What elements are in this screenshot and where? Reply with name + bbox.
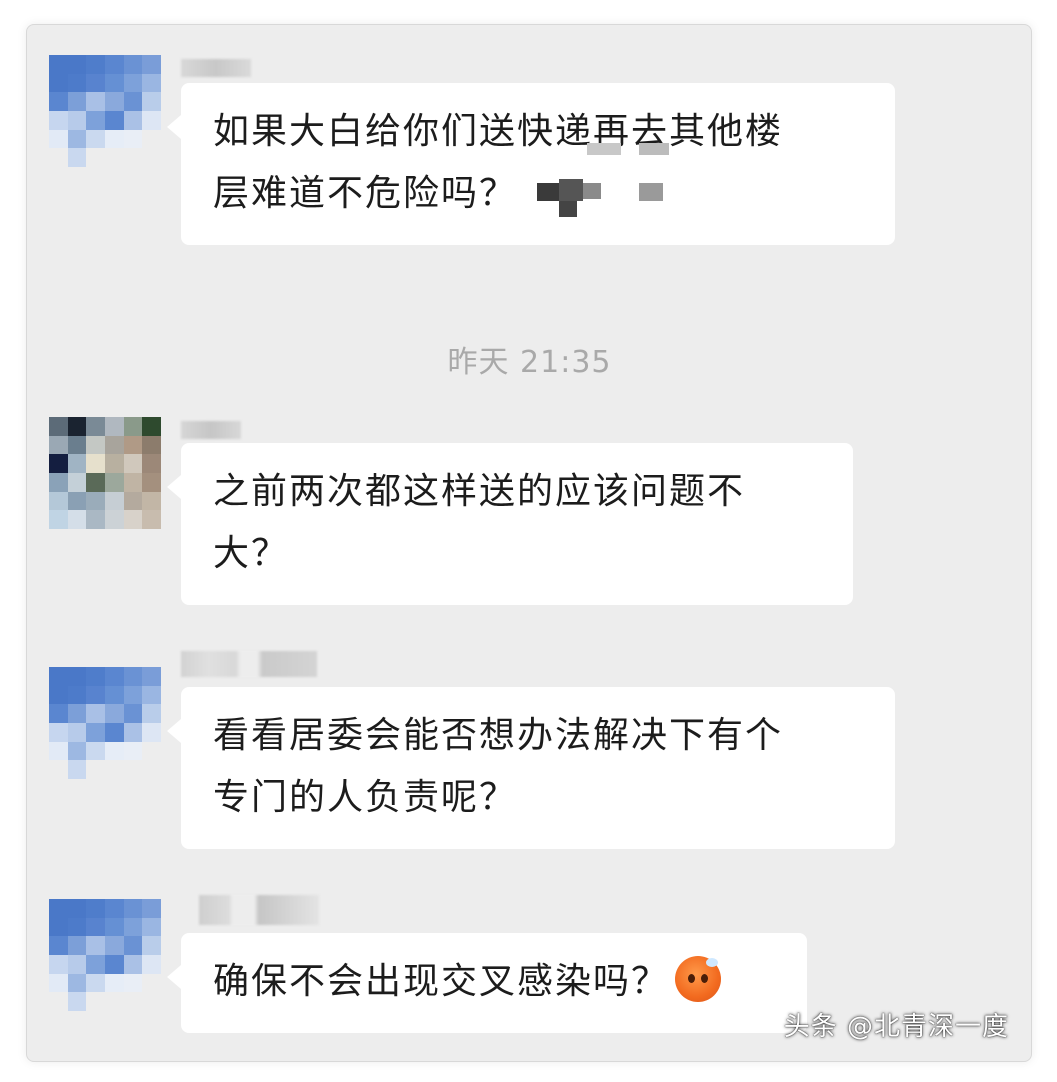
message-text: 之前两次都这样送的应该问题不 — [213, 471, 746, 512]
message-bubble[interactable]: 之前两次都这样送的应该问题不 大？ — [167, 443, 853, 605]
message-text: 层难道不危险吗？ — [213, 143, 865, 225]
avatar[interactable] — [49, 417, 161, 529]
redacted-mosaic — [527, 143, 677, 217]
avatar[interactable] — [49, 899, 161, 1011]
avatar[interactable] — [49, 667, 161, 779]
avatar[interactable] — [49, 55, 161, 167]
message-bubble[interactable]: 确保不会出现交叉感染吗？ — [167, 933, 807, 1033]
message-text: 专门的人负责呢？ — [213, 777, 518, 818]
message-text: 如果大白给你们送快递再去其他楼 — [213, 111, 784, 152]
watermark: 头条 @北青深一度 — [783, 1012, 1009, 1042]
sender-name-redacted — [181, 421, 241, 439]
message-text: 大？ — [213, 533, 290, 574]
sender-name-redacted — [181, 651, 317, 677]
message-bubble[interactable]: 如果大白给你们送快递再去其他楼 层难道不危险吗？ — [167, 83, 895, 245]
sender-name-redacted — [199, 895, 319, 925]
timestamp: 昨天 21:35 — [447, 345, 612, 380]
sweat-face-emoji-icon — [675, 956, 722, 1002]
message-text: 看看居委会能否想办法解决下有个 — [213, 715, 784, 756]
message-bubble[interactable]: 看看居委会能否想办法解决下有个 专门的人负责呢？ — [167, 687, 895, 849]
message-text: 确保不会出现交叉感染吗？ — [213, 951, 777, 1013]
sender-name-redacted — [181, 59, 251, 77]
chat-window: 如果大白给你们送快递再去其他楼 层难道不危险吗？ 昨天 21:35 之前两次都这… — [26, 24, 1032, 1062]
